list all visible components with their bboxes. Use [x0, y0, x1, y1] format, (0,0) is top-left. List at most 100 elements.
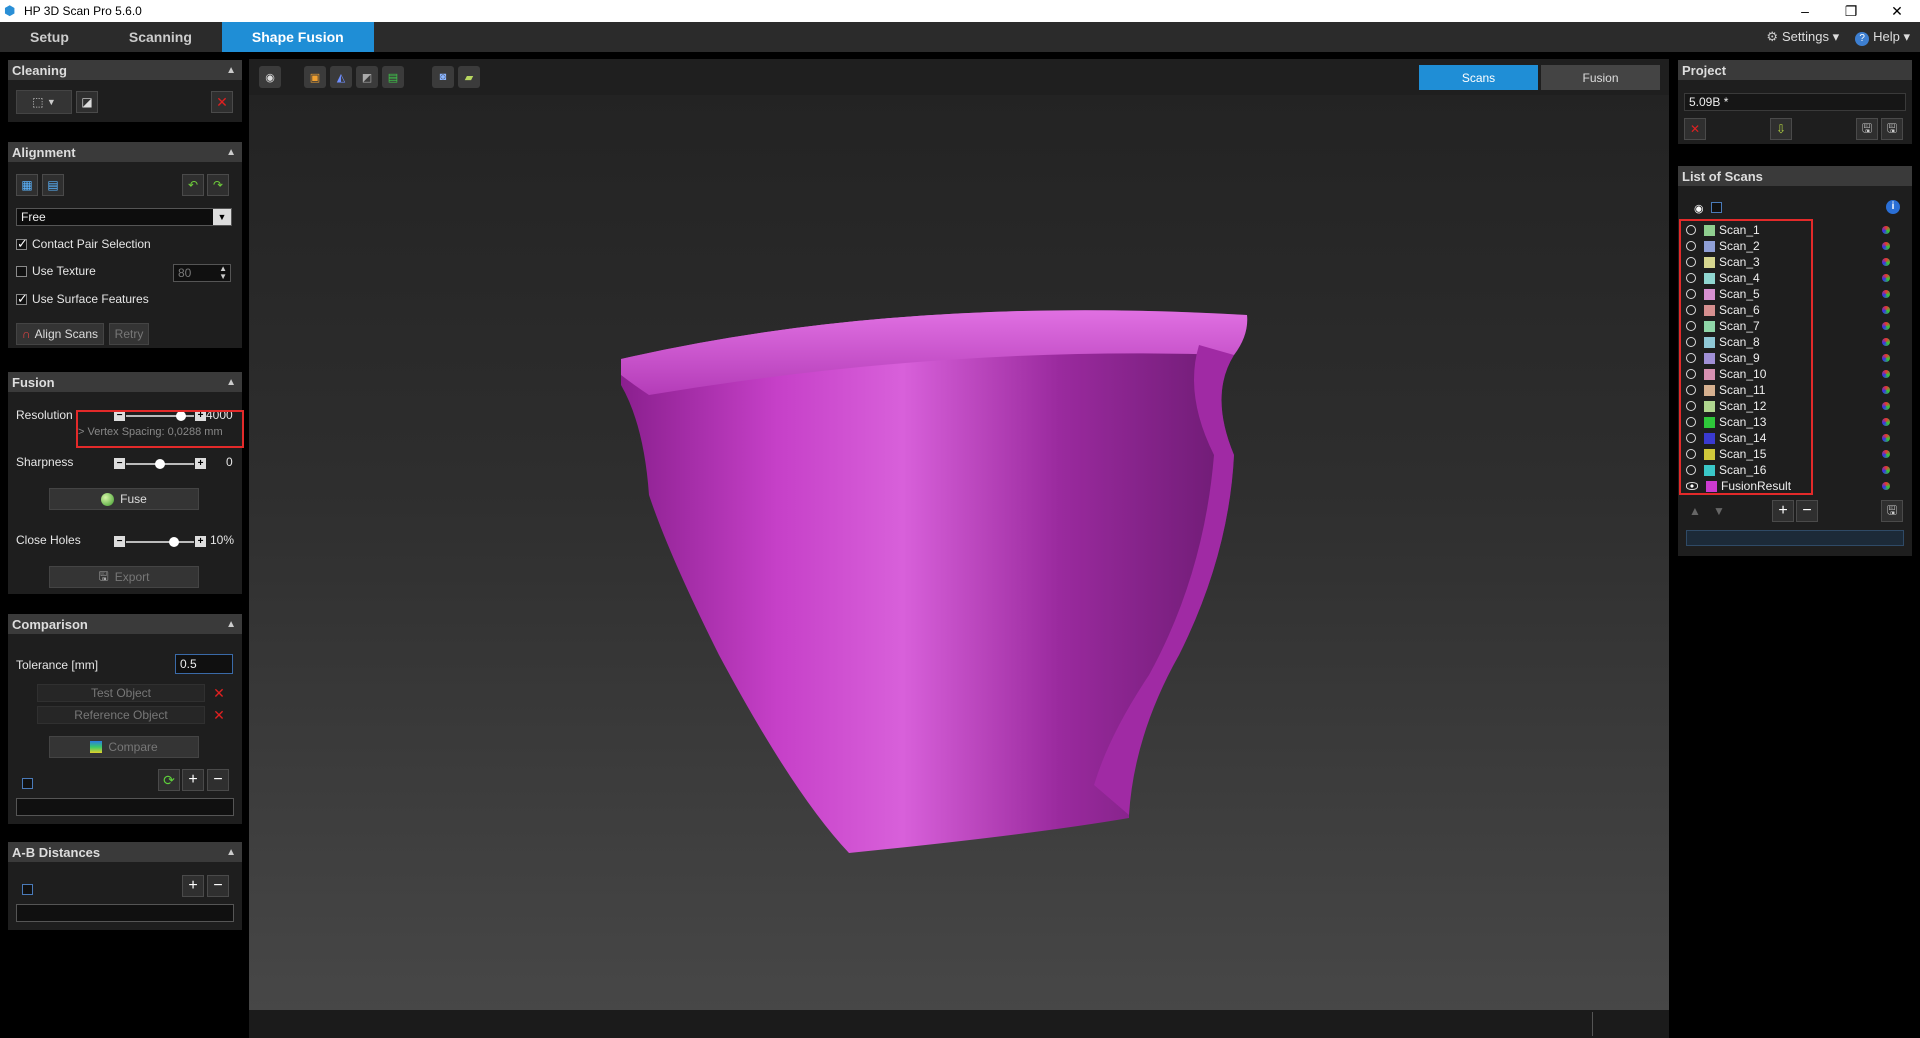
alignment-header[interactable]: Alignment ▲ — [8, 142, 242, 162]
eye-toggle-icon[interactable]: ◉ — [259, 66, 281, 88]
color-options-icon[interactable] — [1882, 306, 1890, 314]
remove-icon[interactable]: − — [207, 769, 229, 791]
maximize-button[interactable]: ❐ — [1828, 0, 1874, 22]
undo-icon[interactable]: ↶ — [182, 174, 204, 196]
magnet-icon: ∩ — [22, 327, 31, 341]
close-button[interactable]: ✕ — [1874, 0, 1920, 22]
normals-view-icon[interactable]: ◩ — [356, 66, 378, 88]
project-name-field[interactable]: 5.09B * — [1684, 93, 1906, 111]
comparison-visibility-checkbox[interactable] — [22, 778, 33, 789]
tab-scanning[interactable]: Scanning — [99, 22, 222, 52]
selection-tool-dropdown[interactable]: ⬚ ▼ — [16, 90, 72, 114]
tab-setup[interactable]: Setup — [0, 22, 99, 52]
plus-icon[interactable]: + — [195, 458, 206, 469]
tolerance-label: Tolerance [mm] — [16, 658, 99, 672]
color-options-icon[interactable] — [1882, 466, 1890, 474]
grid-view-icon[interactable]: ▦ — [16, 174, 38, 196]
color-options-icon[interactable] — [1882, 402, 1890, 410]
color-options-icon[interactable] — [1882, 418, 1890, 426]
color-options-icon[interactable] — [1882, 434, 1890, 442]
color-options-icon[interactable] — [1882, 258, 1890, 266]
retry-button[interactable]: Retry — [109, 323, 149, 345]
select-all-checkbox[interactable] — [1711, 202, 1722, 213]
tab-fusion[interactable]: Fusion — [1541, 65, 1660, 90]
color-options-icon[interactable] — [1882, 242, 1890, 250]
minus-icon[interactable]: − — [114, 536, 125, 547]
add-icon[interactable]: + — [182, 875, 204, 897]
alignment-mode-select[interactable]: Free ▼ — [16, 208, 232, 226]
color-options-icon[interactable] — [1882, 338, 1890, 346]
color-options-icon[interactable] — [1882, 482, 1890, 490]
delete-project-icon[interactable]: ✕ — [1684, 118, 1706, 140]
alignment-panel: Alignment ▲ ▦ ▤ ↶ ↷ Free ▼ Contact Pair S… — [8, 142, 242, 348]
fused-mesh-model[interactable] — [249, 95, 1669, 1010]
color-options-icon[interactable] — [1882, 370, 1890, 378]
color-options-icon[interactable] — [1882, 386, 1890, 394]
clear-reference-object-icon[interactable]: ✕ — [210, 705, 228, 725]
plus-icon[interactable]: + — [195, 536, 206, 547]
save-icon[interactable]: 🖫 — [1881, 118, 1903, 140]
use-surface-checkbox[interactable] — [16, 291, 28, 307]
color-options-icon[interactable] — [1882, 450, 1890, 458]
color-options-icon[interactable] — [1882, 290, 1890, 298]
gear-icon: ⚙ — [1766, 29, 1778, 44]
color-map-view-icon[interactable]: ▤ — [382, 66, 404, 88]
ab-distances-list[interactable] — [16, 904, 234, 922]
folder-icon[interactable]: ▰ — [458, 66, 480, 88]
export-button[interactable]: 🖫 Export — [49, 566, 199, 588]
close-holes-slider[interactable]: − + — [114, 536, 206, 548]
delete-selection-icon[interactable]: ✕ — [211, 91, 233, 113]
align-scans-button[interactable]: ∩ Align Scans — [16, 323, 104, 345]
invert-selection-icon[interactable]: ◪ — [76, 91, 98, 113]
save-scan-icon[interactable]: 🖫 — [1881, 500, 1903, 522]
list-view-icon[interactable]: ▤ — [42, 174, 64, 196]
use-texture-checkbox[interactable] — [16, 266, 27, 277]
add-icon[interactable]: + — [1772, 500, 1794, 522]
sharpness-slider[interactable]: − + — [114, 458, 206, 470]
color-options-icon[interactable] — [1882, 322, 1890, 330]
contact-pair-checkbox[interactable] — [16, 236, 28, 252]
ab-distances-header[interactable]: A-B Distances ▲ — [8, 842, 242, 862]
test-object-slot[interactable]: Test Object — [37, 684, 205, 702]
import-icon[interactable]: ⇩ — [1770, 118, 1792, 140]
color-options-icon[interactable] — [1882, 354, 1890, 362]
fuse-button[interactable]: Fuse — [49, 488, 199, 510]
color-options-icon[interactable] — [1882, 226, 1890, 234]
shaded-view-icon[interactable]: ◭ — [330, 66, 352, 88]
settings-menu[interactable]: ⚙ Settings ▾ — [1766, 29, 1839, 45]
ab-visibility-checkbox[interactable] — [22, 884, 33, 895]
save-as-icon[interactable]: 🖫 — [1856, 118, 1878, 140]
comparison-result-list[interactable] — [16, 798, 234, 816]
compare-button[interactable]: Compare — [49, 736, 199, 758]
tab-shape-fusion[interactable]: Shape Fusion — [221, 22, 374, 52]
color-options-icon[interactable] — [1882, 274, 1890, 282]
tolerance-input[interactable]: 0.5 — [175, 654, 233, 674]
info-icon[interactable]: i — [1886, 200, 1900, 214]
texture-view-icon[interactable]: ▣ — [304, 66, 326, 88]
move-down-icon[interactable]: ▼ — [1708, 500, 1730, 522]
reference-object-slot[interactable]: Reference Object — [37, 706, 205, 724]
collapse-chevron-icon: ▲ — [226, 618, 236, 630]
remove-icon[interactable]: − — [1796, 500, 1818, 522]
redo-icon[interactable]: ↷ — [207, 174, 229, 196]
sharpness-slider-knob[interactable] — [155, 459, 165, 469]
compare-label: Compare — [108, 740, 158, 754]
clear-test-object-icon[interactable]: ✕ — [210, 683, 228, 703]
alignment-title: Alignment — [12, 144, 76, 160]
camera-icon[interactable]: ◙ — [432, 66, 454, 88]
remove-icon[interactable]: − — [207, 875, 229, 897]
3d-viewport[interactable]: ◉ ▣ ◭ ◩ ▤ ◙ ▰ Scans Fusion — [249, 59, 1669, 1010]
help-menu[interactable]: ? Help ▾ — [1855, 29, 1910, 46]
comparison-header[interactable]: Comparison ▲ — [8, 614, 242, 634]
close-holes-slider-knob[interactable] — [168, 537, 179, 547]
minimize-button[interactable]: – — [1782, 0, 1828, 22]
texture-spinbox[interactable]: 80 ▲ ▼ — [173, 264, 231, 282]
add-icon[interactable]: + — [182, 769, 204, 791]
project-header: Project — [1678, 60, 1912, 80]
fusion-header[interactable]: Fusion ▲ — [8, 372, 242, 392]
minus-icon[interactable]: − — [114, 458, 125, 469]
tab-scans[interactable]: Scans — [1419, 65, 1538, 90]
move-up-icon[interactable]: ▲ — [1684, 500, 1706, 522]
refresh-icon[interactable]: ⟳ — [158, 769, 180, 791]
cleaning-header[interactable]: Cleaning ▲ — [8, 60, 242, 80]
